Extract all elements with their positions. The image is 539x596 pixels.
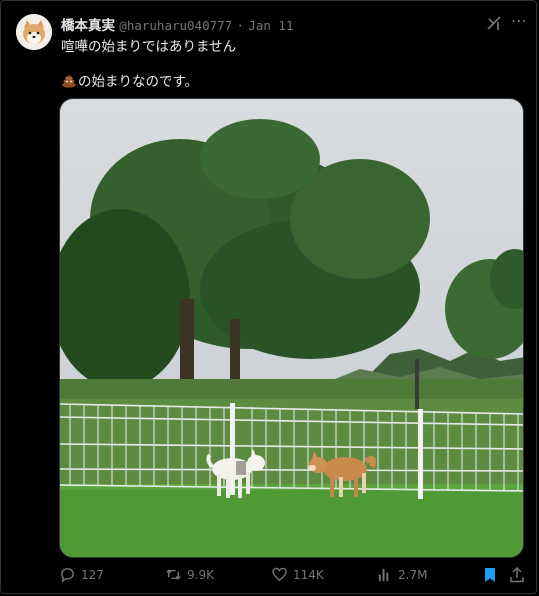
author-name[interactable]: 橋本真実 — [61, 18, 115, 34]
views-chart-icon — [378, 568, 389, 582]
like-count: 114K — [293, 567, 324, 582]
avatar[interactable] — [16, 14, 52, 50]
grok-icon[interactable] — [485, 14, 503, 32]
reply-count: 127 — [81, 567, 104, 582]
tweet-header: 橋本真実 @haruharu040777 · Jan 11 — [61, 14, 293, 34]
tweet-card[interactable]: 橋本真実 @haruharu040777 · Jan 11 ⋯ 喧嘩の始まりでは… — [0, 0, 537, 594]
like-button[interactable]: 114K — [271, 566, 324, 583]
bookmark-icon[interactable] — [481, 566, 499, 584]
dogs-in-park-photo — [60, 99, 523, 557]
separator-dot: · — [236, 18, 245, 33]
tweet-text-line2-label: の始まりなのです。 — [78, 74, 199, 90]
reply-button[interactable]: 127 — [59, 566, 104, 583]
share-icon[interactable] — [508, 566, 526, 584]
shiba-avatar-icon — [16, 14, 52, 50]
poo-icon — [62, 74, 76, 88]
tweet-photo[interactable] — [59, 98, 524, 558]
repost-button[interactable]: 9.9K — [165, 566, 214, 583]
tweet-text-line2: の始まりなのです。 — [61, 70, 198, 90]
view-count: 2.7M — [398, 567, 428, 582]
views-button[interactable]: 2.7M — [376, 566, 427, 583]
reply-icon — [61, 568, 74, 583]
author-handle[interactable]: @haruharu040777 — [119, 18, 232, 33]
tweet-text-line1: 喧嘩の始まりではありません — [61, 39, 237, 55]
more-options-icon[interactable]: ⋯ — [511, 13, 527, 32]
repost-icon — [166, 569, 181, 580]
action-bar: 127 9.9K 114K 2.7M — [1, 566, 539, 590]
tweet-date[interactable]: Jan 11 — [248, 18, 293, 33]
repost-count: 9.9K — [187, 567, 214, 582]
heart-icon — [272, 567, 287, 582]
